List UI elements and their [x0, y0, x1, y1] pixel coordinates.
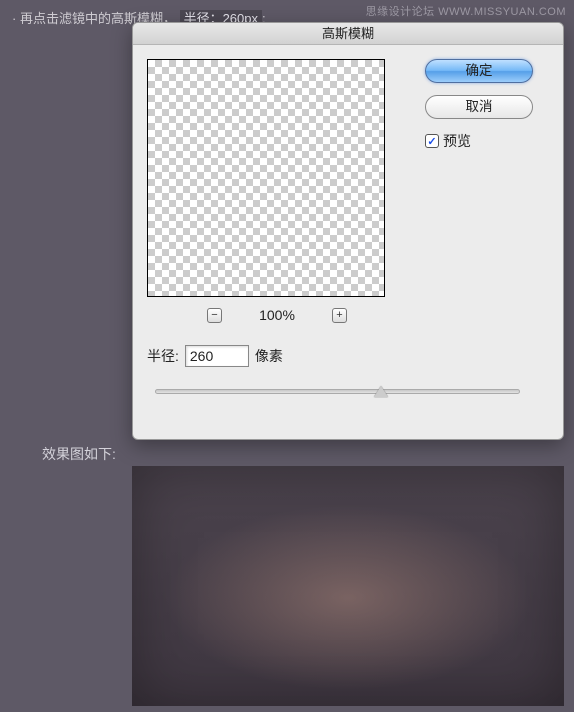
- preview-checkbox-label: 预览: [443, 131, 471, 151]
- cancel-button[interactable]: 取消: [425, 95, 533, 119]
- preview-checkbox[interactable]: ✓: [425, 134, 439, 148]
- zoom-percent: 100%: [252, 307, 302, 323]
- result-label: 效果图如下:: [42, 444, 116, 464]
- slider-thumb[interactable]: [374, 386, 388, 397]
- watermark-text: 思缘设计论坛 WWW.MISSYUAN.COM: [366, 3, 566, 19]
- zoom-controls: − 100% +: [147, 307, 407, 323]
- zoom-in-button[interactable]: +: [332, 308, 347, 323]
- radius-row: 半径: 像素: [147, 345, 407, 367]
- radius-label: 半径:: [147, 346, 179, 366]
- zoom-out-button[interactable]: −: [207, 308, 222, 323]
- dialog-title: 高斯模糊: [133, 23, 563, 45]
- radius-input[interactable]: [185, 345, 249, 367]
- slider-track: [155, 389, 520, 394]
- preview-canvas[interactable]: [147, 59, 385, 297]
- radius-unit: 像素: [255, 346, 283, 366]
- radius-slider[interactable]: [155, 383, 520, 401]
- dialog-body: − 100% + 半径: 像素 确定 取消 ✓ 预览: [133, 45, 563, 411]
- gaussian-blur-dialog: 高斯模糊 − 100% + 半径: 像素 确定 取消 ✓ 预览: [132, 22, 564, 440]
- ok-button[interactable]: 确定: [425, 59, 533, 83]
- dialog-left-column: − 100% + 半径: 像素: [147, 59, 407, 401]
- dialog-right-column: 确定 取消 ✓ 预览: [425, 59, 535, 401]
- result-preview-image: [132, 466, 564, 706]
- preview-checkbox-row[interactable]: ✓ 预览: [425, 131, 535, 151]
